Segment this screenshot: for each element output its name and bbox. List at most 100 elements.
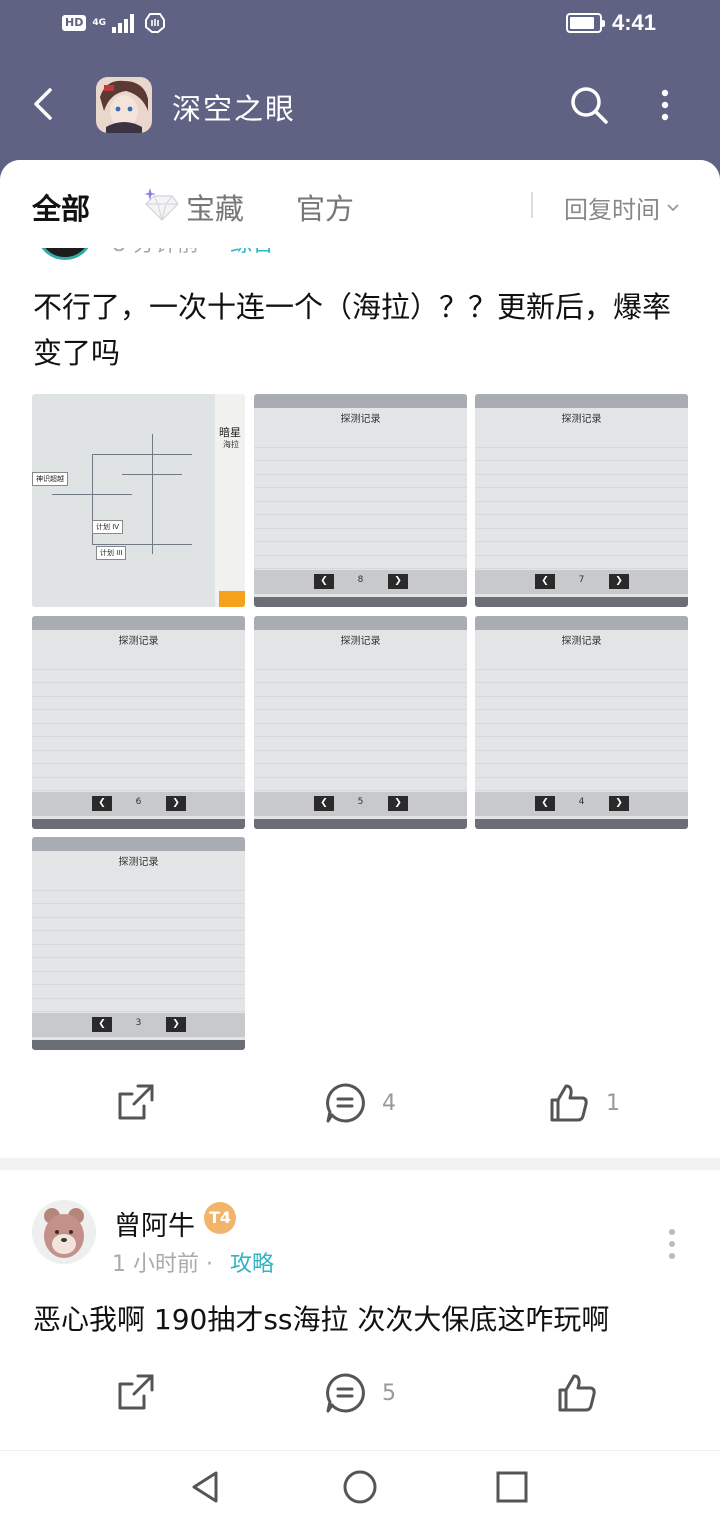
comment-body[interactable]: 恶心我啊 190抽才ss海拉 次次大保底这咋玩啊 [33, 1298, 703, 1338]
comment-action-bar: 5 [0, 1364, 720, 1444]
record-row [32, 958, 245, 972]
record-title: 探测记录 [561, 636, 602, 647]
comment-category-tag[interactable]: 攻略 [230, 1246, 274, 1278]
post-image-thumbnail[interactable]: 探测记录 6 ❮ ❯ [32, 616, 245, 829]
record-row [32, 931, 245, 945]
tab-treasure[interactable]: 宝藏 [186, 186, 244, 228]
thumbs-up-icon [550, 1084, 588, 1122]
comment-button[interactable]: 5 [324, 1372, 396, 1414]
app-notification-icon [145, 13, 165, 33]
nav-back-icon[interactable] [186, 1467, 226, 1507]
post-image-thumbnail[interactable]: 探测记录 8 ❮ ❯ [254, 394, 467, 607]
record-row [32, 670, 245, 683]
record-row [32, 764, 245, 778]
post-image-thumbnail[interactable]: 探测记录 3 ❮ ❯ [32, 837, 245, 1050]
content-sheet: 8 分钟前 综合 全部 宝藏 官方 回复时间 不行了，一次十连一个（海拉）？？更… [0, 160, 720, 1450]
battery-fill [569, 17, 594, 29]
record-row [475, 556, 688, 569]
record-row [475, 778, 688, 791]
screenshot-topbar [475, 394, 688, 408]
more-vertical-icon[interactable] [650, 82, 680, 128]
next-page-icon: ❯ [166, 1017, 186, 1032]
share-icon [118, 1084, 154, 1120]
map-character-name: 暗星 [219, 426, 241, 439]
map-path-line [52, 494, 132, 495]
record-row [32, 656, 245, 670]
record-row [475, 764, 688, 778]
like-button[interactable] [556, 1372, 598, 1414]
record-row [254, 556, 467, 569]
record-row [32, 904, 245, 918]
record-row [475, 710, 688, 724]
comment-author[interactable]: 曾阿牛 [114, 1204, 195, 1243]
like-button[interactable]: 1 [548, 1082, 620, 1124]
record-row [254, 737, 467, 751]
record-row [475, 656, 688, 670]
record-row [254, 656, 467, 670]
record-page-number: 6 [135, 797, 142, 807]
nav-home-icon[interactable] [340, 1467, 380, 1507]
record-row [475, 475, 688, 488]
record-row [32, 751, 245, 764]
chevron-down-icon [667, 203, 679, 211]
record-row [32, 778, 245, 791]
prev-page-icon: ❮ [92, 1017, 112, 1032]
prev-page-icon: ❮ [314, 796, 334, 811]
sort-dropdown[interactable]: 回复时间 [564, 190, 680, 225]
map-path-line [92, 544, 192, 545]
next-page-icon: ❯ [609, 796, 629, 811]
record-row [254, 542, 467, 556]
record-row [32, 724, 245, 737]
record-pager: 5 ❮ ❯ [254, 792, 467, 816]
record-row [475, 724, 688, 737]
record-row [254, 778, 467, 791]
tab-divider [531, 192, 533, 218]
screenshot-topbar [32, 837, 245, 851]
share-icon [118, 1374, 154, 1410]
post-image-thumbnail[interactable]: 探测记录 5 ❮ ❯ [254, 616, 467, 829]
post-image-thumbnail[interactable]: 暗星 海拉 神识超越 计划 IV 计划 III [32, 394, 245, 607]
app-avatar[interactable] [96, 77, 152, 133]
record-rows [32, 877, 245, 1012]
record-row [475, 737, 688, 751]
record-page-number: 4 [578, 797, 585, 807]
record-row [475, 751, 688, 764]
post-image-thumbnail[interactable]: 探测记录 4 ❮ ❯ [475, 616, 688, 829]
status-right: 4:41 [565, 10, 656, 36]
post-separator [0, 1158, 720, 1170]
record-row [32, 945, 245, 958]
post-image-thumbnail[interactable]: 探测记录 7 ❮ ❯ [475, 394, 688, 607]
more-vertical-icon[interactable] [660, 1224, 684, 1264]
record-page-number: 8 [357, 575, 364, 585]
record-rows [254, 434, 467, 569]
map-node-label: 神识超越 [32, 472, 68, 486]
record-row [32, 877, 245, 891]
screenshot-topbar [32, 616, 245, 630]
record-row [475, 488, 688, 502]
record-row [32, 697, 245, 710]
post-body[interactable]: 不行了，一次十连一个（海拉）？？更新后，爆率变了吗 [33, 284, 693, 376]
nav-recents-icon[interactable] [492, 1467, 532, 1507]
record-page-number: 7 [578, 575, 585, 585]
record-page-number: 3 [135, 1018, 142, 1028]
search-icon[interactable] [566, 82, 612, 128]
character-avatar-icon [96, 77, 152, 133]
tab-official[interactable]: 官方 [296, 186, 354, 228]
tab-all[interactable]: 全部 [32, 186, 90, 228]
record-row [475, 448, 688, 461]
map-character-sub: 海拉 [223, 440, 239, 449]
back-arrow-icon[interactable] [22, 82, 66, 126]
prev-page-icon: ❮ [535, 574, 555, 589]
share-button[interactable] [116, 1372, 156, 1412]
share-button[interactable] [116, 1082, 156, 1122]
record-row [254, 683, 467, 697]
screenshot-topbar [254, 394, 467, 408]
battery-icon [565, 13, 605, 33]
avatar[interactable] [32, 1200, 96, 1264]
comment-time: 1 小时前 · [112, 1252, 213, 1277]
record-row [254, 434, 467, 448]
comment-count: 4 [382, 1090, 396, 1116]
status-left: HD 4G [62, 12, 166, 34]
comment-button[interactable]: 4 [324, 1082, 396, 1124]
prev-page-icon: ❮ [314, 574, 334, 589]
